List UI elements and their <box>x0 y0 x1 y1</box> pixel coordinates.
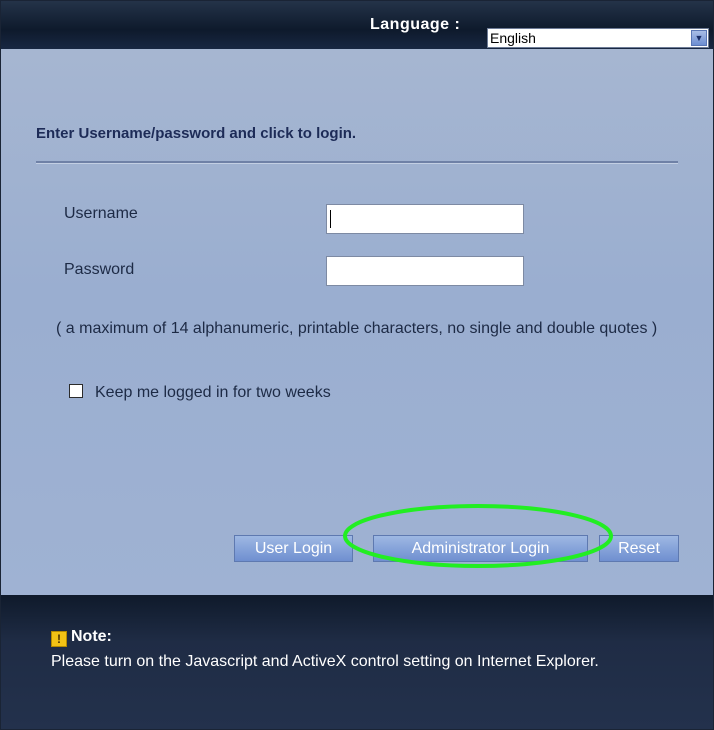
administrator-login-button[interactable]: Administrator Login <box>373 535 588 562</box>
password-hint: ( a maximum of 14 alphanumeric, printabl… <box>56 320 658 337</box>
reset-button[interactable]: Reset <box>599 535 679 562</box>
username-label: Username <box>64 205 138 222</box>
divider <box>36 161 678 164</box>
chevron-down-icon[interactable]: ▼ <box>691 30 707 46</box>
login-panel: Enter Username/password and click to log… <box>1 49 713 595</box>
password-label: Password <box>64 261 135 278</box>
login-instruction: Enter Username/password and click to log… <box>36 125 357 142</box>
note-text: Please turn on the Javascript and Active… <box>51 653 599 670</box>
password-input[interactable] <box>326 256 524 286</box>
user-login-button[interactable]: User Login <box>234 535 353 562</box>
note-title: Note: <box>71 628 112 645</box>
top-bar: Language : English ▼ <box>1 1 713 49</box>
login-window: Language : English ▼ Enter Username/pass… <box>0 0 714 730</box>
keep-logged-in-checkbox[interactable] <box>69 384 83 398</box>
language-select[interactable]: English ▼ <box>487 28 709 48</box>
text-caret <box>330 210 331 228</box>
language-selected-value: English <box>490 30 536 46</box>
username-input[interactable] <box>326 204 524 234</box>
language-label: Language : <box>370 16 461 33</box>
keep-logged-in-label[interactable]: Keep me logged in for two weeks <box>95 384 331 402</box>
warning-icon: ! <box>51 631 67 647</box>
